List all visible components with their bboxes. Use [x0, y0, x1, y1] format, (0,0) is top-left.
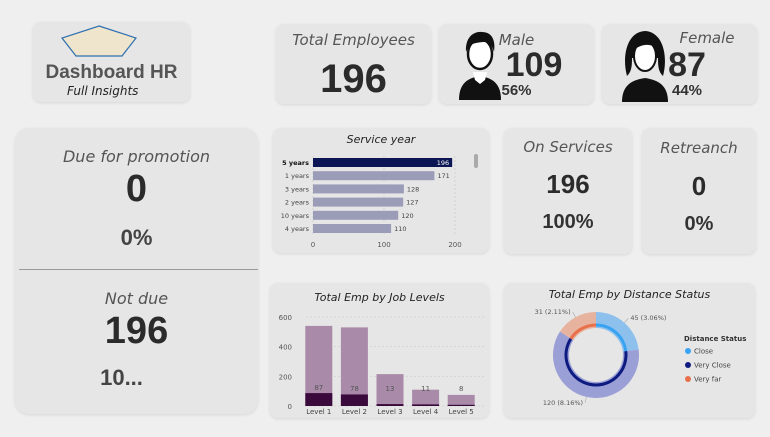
job-levels-chart: 0 200 400 600 87 Level 1 78 Level 2 13 Level 3 11 L…	[279, 314, 484, 416]
category-label: 2 years	[285, 199, 310, 207]
slice-label: 45 (3.06%)	[630, 314, 666, 322]
data-label: 87	[314, 384, 323, 392]
y-tick-label: 0	[288, 403, 292, 411]
x-tick-label: 200	[448, 241, 461, 249]
legend-item: Very far	[694, 376, 722, 384]
bar-subset	[340, 394, 368, 406]
category-label: Level 3	[377, 408, 402, 416]
data-label: 11	[421, 385, 430, 393]
female-percent: 44%	[671, 82, 703, 99]
slice-accent	[564, 337, 628, 387]
retreanch-value: 0	[691, 171, 707, 201]
data-label: 78	[350, 385, 359, 393]
female-label: Female	[679, 29, 735, 47]
service-year-scrollbar[interactable]	[474, 154, 478, 168]
due-for-promotion-value: 0	[125, 168, 148, 210]
legend-marker	[685, 376, 691, 382]
legend-marker	[685, 362, 691, 368]
legend-item: Very Close	[694, 362, 731, 370]
job-levels-card: Total Emp by Job Levels 0 200 400 600 87 Leve…	[270, 283, 489, 418]
female-value: 87	[668, 46, 706, 84]
total-employees-card: Total Employees 196	[276, 24, 431, 104]
slice-label: 120 (8.16%)	[543, 399, 583, 407]
data-label: 120	[401, 212, 413, 220]
data-label: 128	[407, 185, 419, 193]
bar	[313, 184, 404, 194]
distance-status-card: Total Emp by Distance Status 45 (3.06%) 1…	[504, 283, 755, 418]
legend-item: Close	[694, 348, 713, 356]
dashboard-subtitle: Full Insights	[67, 84, 139, 98]
male-percent: 56%	[501, 82, 532, 99]
on-services-percent: 100%	[542, 211, 594, 233]
category-label: 3 years	[285, 185, 310, 193]
on-services-card: On Services 196 100%	[504, 128, 632, 254]
leader-line	[624, 318, 629, 323]
category-label: Level 2	[342, 408, 367, 416]
data-label: 110	[394, 225, 406, 233]
bar-subset	[376, 404, 404, 406]
bar-total	[340, 327, 368, 406]
y-tick-label: 600	[279, 314, 292, 322]
leader-line	[572, 311, 576, 318]
on-services-label: On Services	[523, 138, 613, 156]
not-due-percent: 10...	[100, 365, 143, 390]
total-employees-value: 196	[320, 57, 387, 101]
bar	[313, 171, 435, 181]
male-card: Male 109 56%	[439, 24, 594, 104]
x-tick-label: 0	[311, 241, 315, 249]
total-employees-label: Total Employees	[292, 31, 415, 49]
retreanch-label: Retreanch	[660, 139, 738, 157]
bar	[313, 158, 453, 167]
male-value: 109	[505, 46, 563, 84]
bar	[313, 197, 404, 207]
dashboard-title: Dashboard HR	[45, 62, 178, 83]
bar-total	[447, 394, 475, 406]
female-card: Female 87 44%	[602, 24, 757, 104]
not-due-label: Not due	[104, 289, 169, 308]
category-label: 10 years	[281, 212, 310, 220]
service-year-card: Service year 0 100 200 5 years 196 1 years 171…	[273, 128, 489, 253]
data-label: 127	[406, 199, 418, 207]
on-services-value: 196	[546, 169, 590, 199]
category-label: 1 years	[285, 172, 310, 180]
category-label: 4 years	[285, 225, 310, 233]
y-tick-label: 200	[279, 373, 292, 381]
category-label: Level 4	[413, 408, 439, 416]
promotion-card: Due for promotion 0 0% Not due 196 10...	[15, 128, 258, 414]
service-year-chart: 0 100 200 5 years 196 1 years 171 3 years 128 2 y…	[281, 156, 462, 249]
legend-marker	[685, 348, 691, 354]
category-label: Level 5	[449, 408, 474, 416]
due-for-promotion-label: Due for promotion	[62, 147, 211, 166]
bar-subset	[305, 393, 333, 406]
legend-title: Distance Status	[684, 335, 746, 343]
x-tick-label: 100	[377, 241, 390, 249]
data-label: 8	[459, 385, 463, 393]
data-label: 13	[386, 385, 395, 393]
leader-line	[584, 396, 587, 403]
retreanch-card: Retreanch 0 0%	[642, 128, 756, 254]
pentagon-logo-icon	[61, 25, 137, 57]
not-due-value: 196	[104, 310, 169, 352]
y-tick-label: 400	[279, 344, 292, 352]
distance-status-chart: 45 (3.06%) 120 (8.16%) 31 (2.11%) Distance …	[535, 308, 747, 407]
category-label: Level 1	[306, 408, 331, 416]
slice-label: 31 (2.11%)	[535, 308, 571, 316]
promotion-divider	[19, 269, 258, 270]
bar	[313, 210, 399, 220]
title-card: Dashboard HR Full Insights	[33, 22, 190, 102]
due-for-promotion-percent: 0%	[120, 225, 153, 250]
category-label: 5 years	[282, 159, 309, 167]
data-label: 196	[437, 159, 449, 167]
bar	[313, 224, 392, 233]
retreanch-percent: 0%	[684, 213, 714, 235]
bar-subset	[447, 404, 475, 406]
data-label: 171	[437, 172, 449, 180]
bar-subset	[412, 404, 440, 406]
